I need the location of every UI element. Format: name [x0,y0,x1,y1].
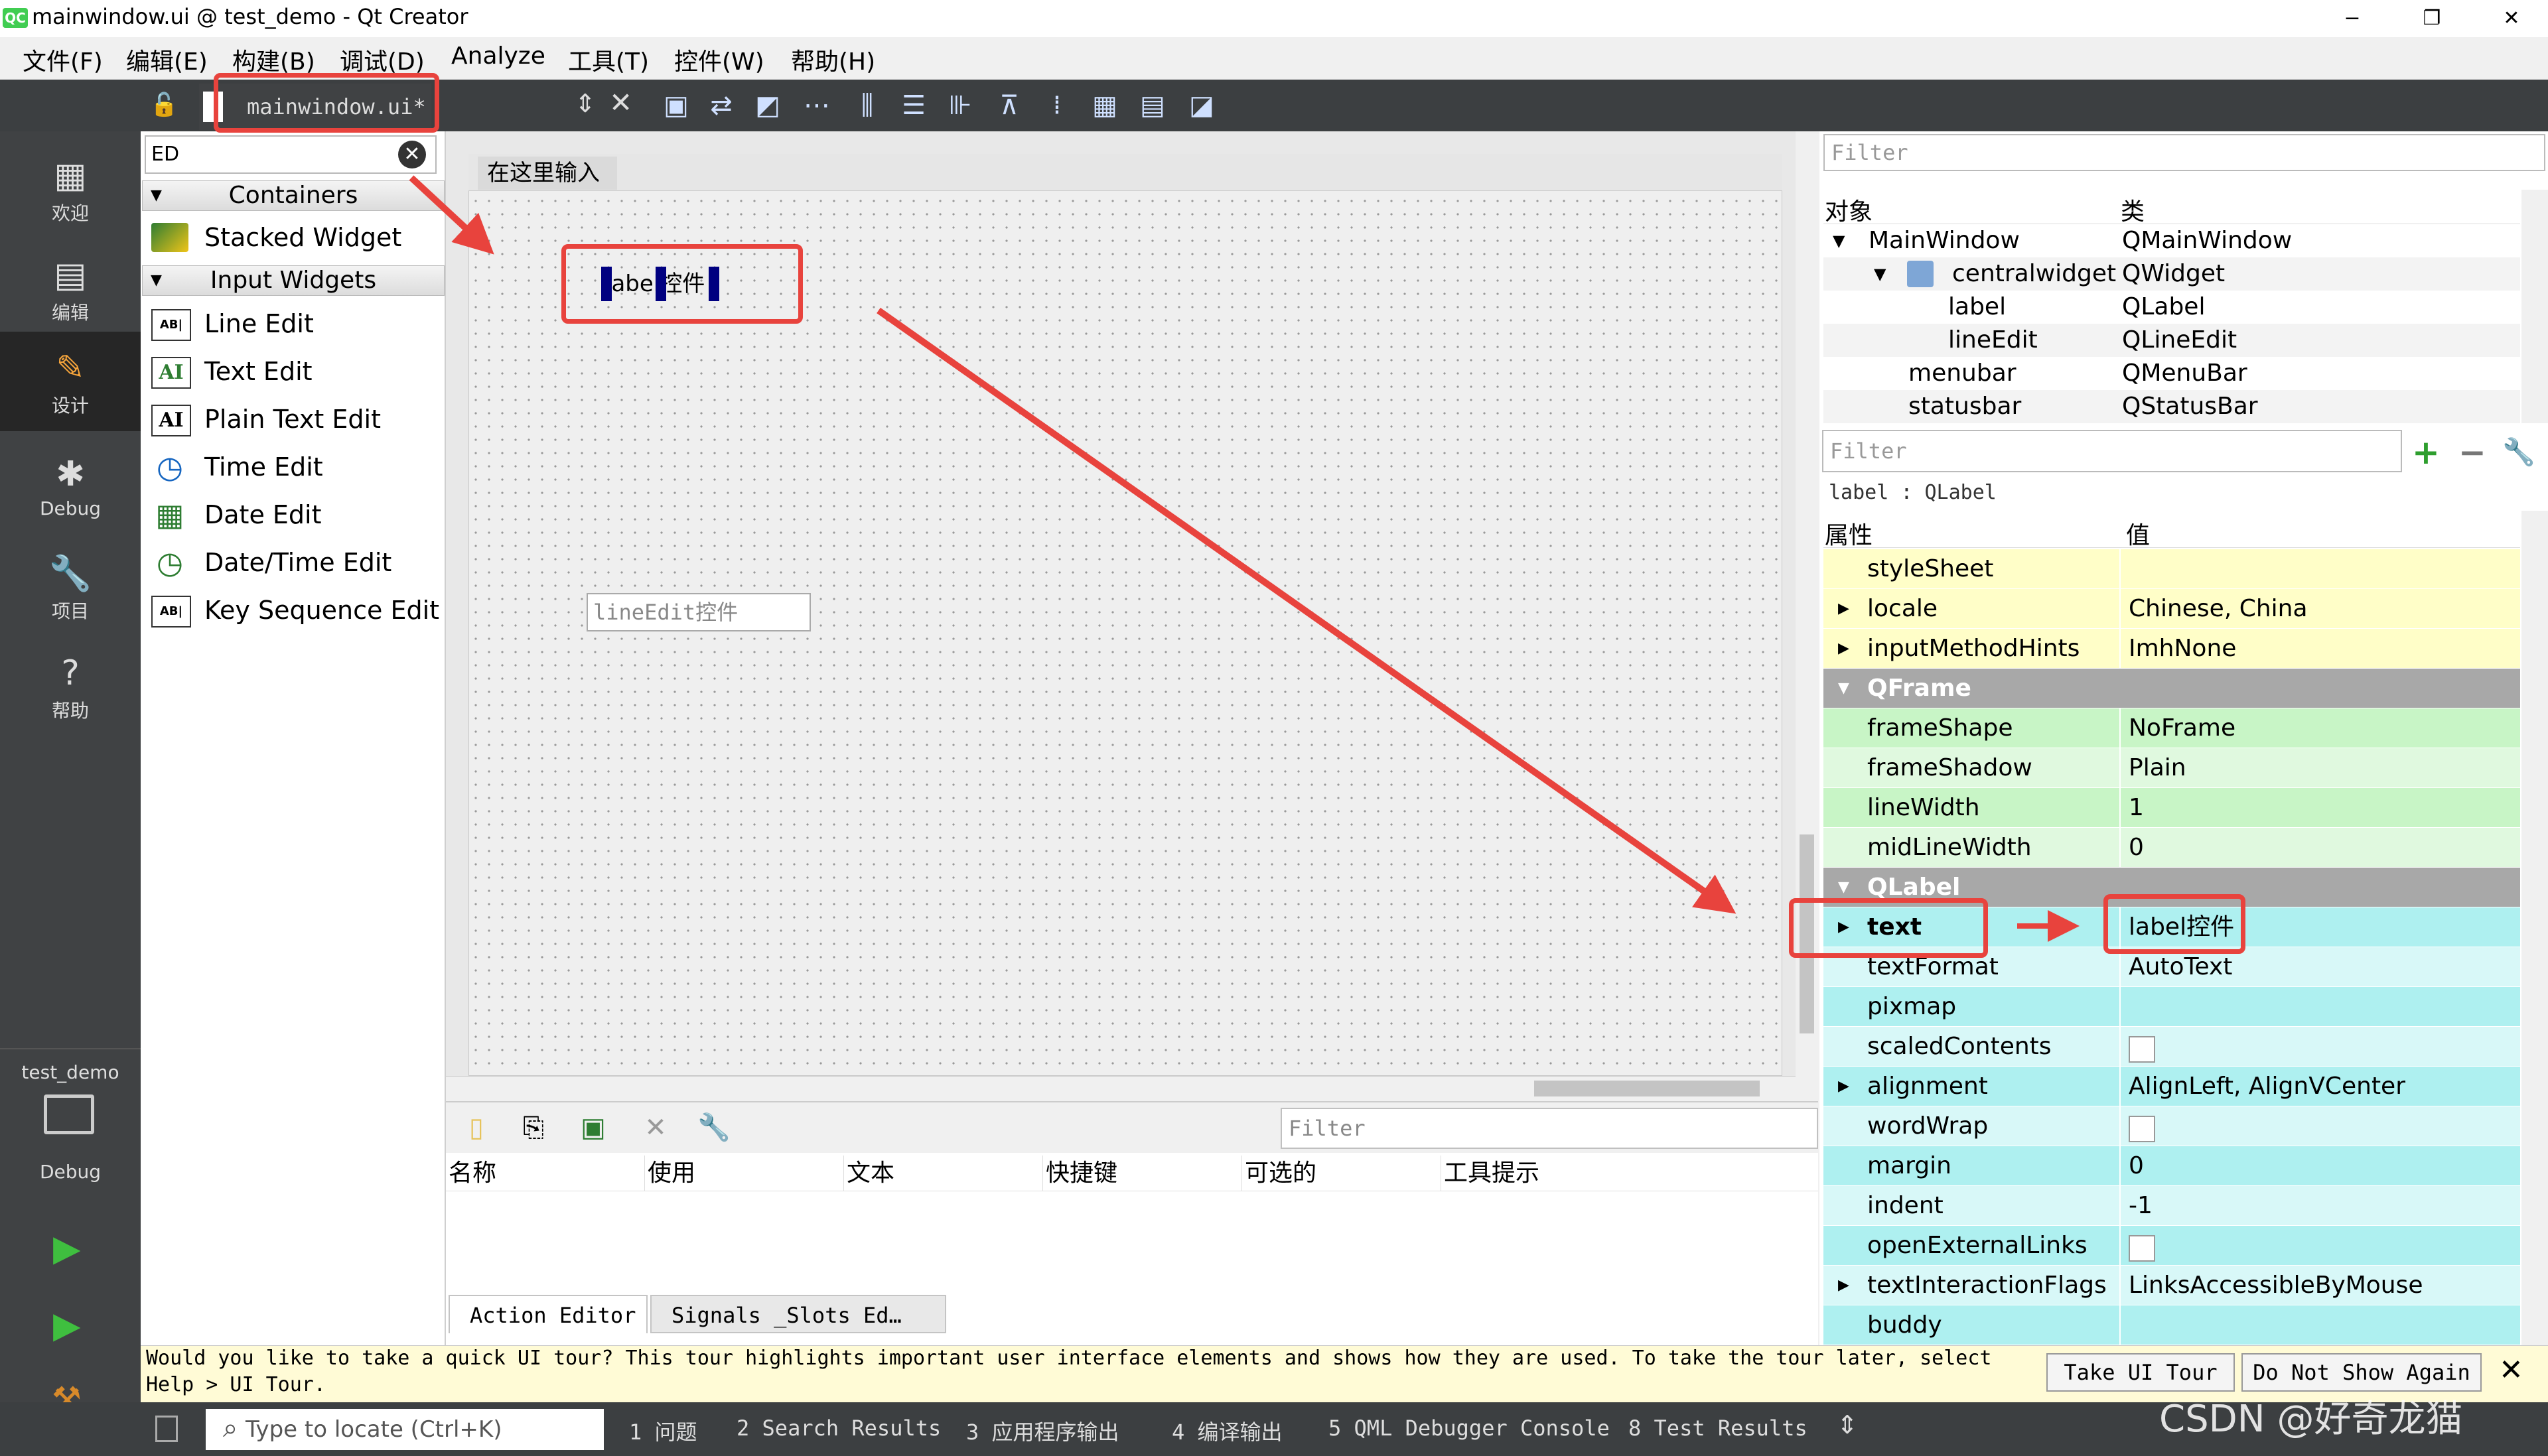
csdn-watermark: CSDN @好奇龙猫 [2159,1398,2463,1441]
annotation-arrows [409,175,2080,942]
annotation-arrow [409,175,494,255]
annotation-arrow [877,307,1736,914]
